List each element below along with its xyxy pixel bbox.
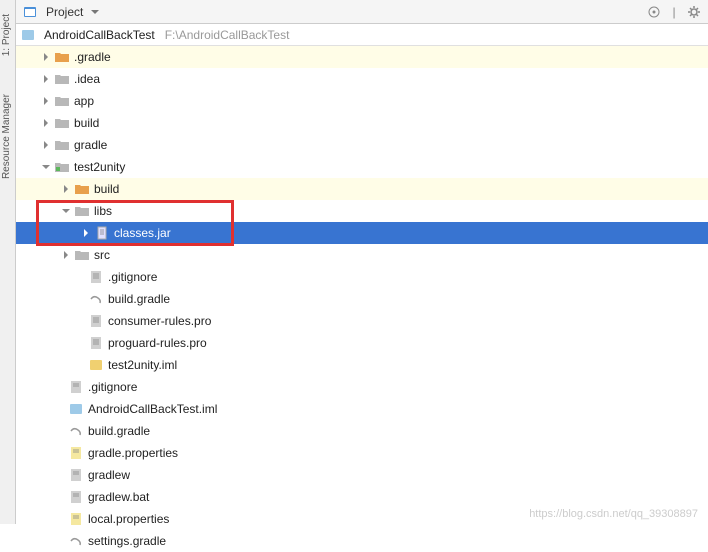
watermark-text: https://blog.csdn.net/qq_39308897 [529,508,698,520]
tree-label: build [94,182,119,196]
folder-icon [54,49,70,65]
tree-label: build.gradle [108,292,170,306]
tree-node-t2-proguard-rules[interactable]: proguard-rules.pro [16,332,708,354]
expand-arrow-icon[interactable] [60,183,72,195]
tree-node-build[interactable]: build [16,112,708,134]
tree-node-settings-gradle[interactable]: settings.gradle [16,530,708,552]
project-tree[interactable]: .gradle .idea app build gradle test2unit… [16,46,708,552]
tree-node-gradlew-bat[interactable]: gradlew.bat [16,486,708,508]
folder-icon [54,71,70,87]
tree-label: gradle [74,138,107,152]
tree-label: .gradle [74,50,111,64]
tree-label: test2unity [74,160,125,174]
tree-label: .gitignore [88,380,137,394]
tree-node-t2-consumer-rules[interactable]: consumer-rules.pro [16,310,708,332]
tree-label: test2unity.iml [108,358,177,372]
project-view-title[interactable]: Project [46,5,83,19]
gradle-file-icon [88,291,104,307]
project-view-header: Project | [16,0,708,24]
project-root-name: AndroidCallBackTest [44,28,155,42]
tree-node-t2-iml[interactable]: test2unity.iml [16,354,708,376]
file-icon [88,269,104,285]
sidebar-tab-resource[interactable]: Resource Manager [0,90,13,183]
iml-file-icon [68,401,84,417]
folder-icon [54,93,70,109]
expand-arrow-icon[interactable] [40,117,52,129]
project-view-icon [22,4,38,20]
folder-icon [74,203,90,219]
tree-label: .gitignore [108,270,157,284]
project-root-row[interactable]: AndroidCallBackTest F:\AndroidCallBackTe… [16,24,708,46]
file-icon [68,379,84,395]
tree-node-t2-build[interactable]: build [16,178,708,200]
module-folder-icon [54,159,70,175]
tree-label: gradlew.bat [88,490,149,504]
gradle-file-icon [68,423,84,439]
tree-node-gradle[interactable]: .gradle [16,46,708,68]
tree-label: gradle.properties [88,446,178,460]
expand-arrow-icon[interactable] [40,73,52,85]
tree-node-root-gitignore[interactable]: .gitignore [16,376,708,398]
iml-file-icon [88,357,104,373]
tree-node-t2-src[interactable]: src [16,244,708,266]
file-icon [68,489,84,505]
tree-node-gradle-props[interactable]: gradle.properties [16,442,708,464]
folder-icon [74,181,90,197]
tree-label: build [74,116,99,130]
collapse-arrow-icon[interactable] [60,205,72,217]
tree-node-idea[interactable]: .idea [16,68,708,90]
project-tool-window: Project | AndroidCallBackTest F:\Android… [16,0,708,524]
tree-label: .idea [74,72,100,86]
expand-arrow-icon[interactable] [40,95,52,107]
file-icon [88,335,104,351]
tree-label: consumer-rules.pro [108,314,211,328]
folder-icon [54,137,70,153]
tree-node-app[interactable]: app [16,90,708,112]
collapse-arrow-icon[interactable] [40,161,52,173]
tree-node-root-iml[interactable]: AndroidCallBackTest.iml [16,398,708,420]
left-tool-sidebar: 1: Project Resource Manager [0,0,16,524]
gradle-file-icon [68,533,84,549]
tree-label: proguard-rules.pro [108,336,207,350]
expand-arrow-icon[interactable] [80,227,92,239]
tree-node-root-build-gradle[interactable]: build.gradle [16,420,708,442]
properties-file-icon [68,511,84,527]
tree-node-gradle-dir[interactable]: gradle [16,134,708,156]
sidebar-tab-project[interactable]: 1: Project [0,10,13,60]
jar-icon [94,225,110,241]
tree-node-t2-gitignore[interactable]: .gitignore [16,266,708,288]
target-icon[interactable] [646,4,662,20]
project-root-path: F:\AndroidCallBackTest [165,28,290,42]
folder-icon [54,115,70,131]
module-icon [20,27,36,43]
tree-node-test2unity[interactable]: test2unity [16,156,708,178]
divider-icon: | [666,4,682,20]
file-icon [68,467,84,483]
tree-node-t2-libs[interactable]: libs [16,200,708,222]
tree-node-gradlew[interactable]: gradlew [16,464,708,486]
tree-node-classes-jar[interactable]: classes.jar [16,222,708,244]
tree-label: gradlew [88,468,130,482]
expand-arrow-icon[interactable] [60,249,72,261]
expand-arrow-icon[interactable] [40,51,52,63]
tree-label: libs [94,204,112,218]
tree-label: settings.gradle [88,534,166,548]
tree-label: AndroidCallBackTest.iml [88,402,217,416]
tree-label: build.gradle [88,424,150,438]
tree-label: app [74,94,94,108]
properties-file-icon [68,445,84,461]
tree-label: classes.jar [114,226,171,240]
gear-icon[interactable] [686,4,702,20]
folder-icon [74,247,90,263]
file-icon [88,313,104,329]
expand-arrow-icon[interactable] [40,139,52,151]
tree-node-t2-build-gradle[interactable]: build.gradle [16,288,708,310]
dropdown-icon[interactable] [87,4,103,20]
tree-label: src [94,248,110,262]
